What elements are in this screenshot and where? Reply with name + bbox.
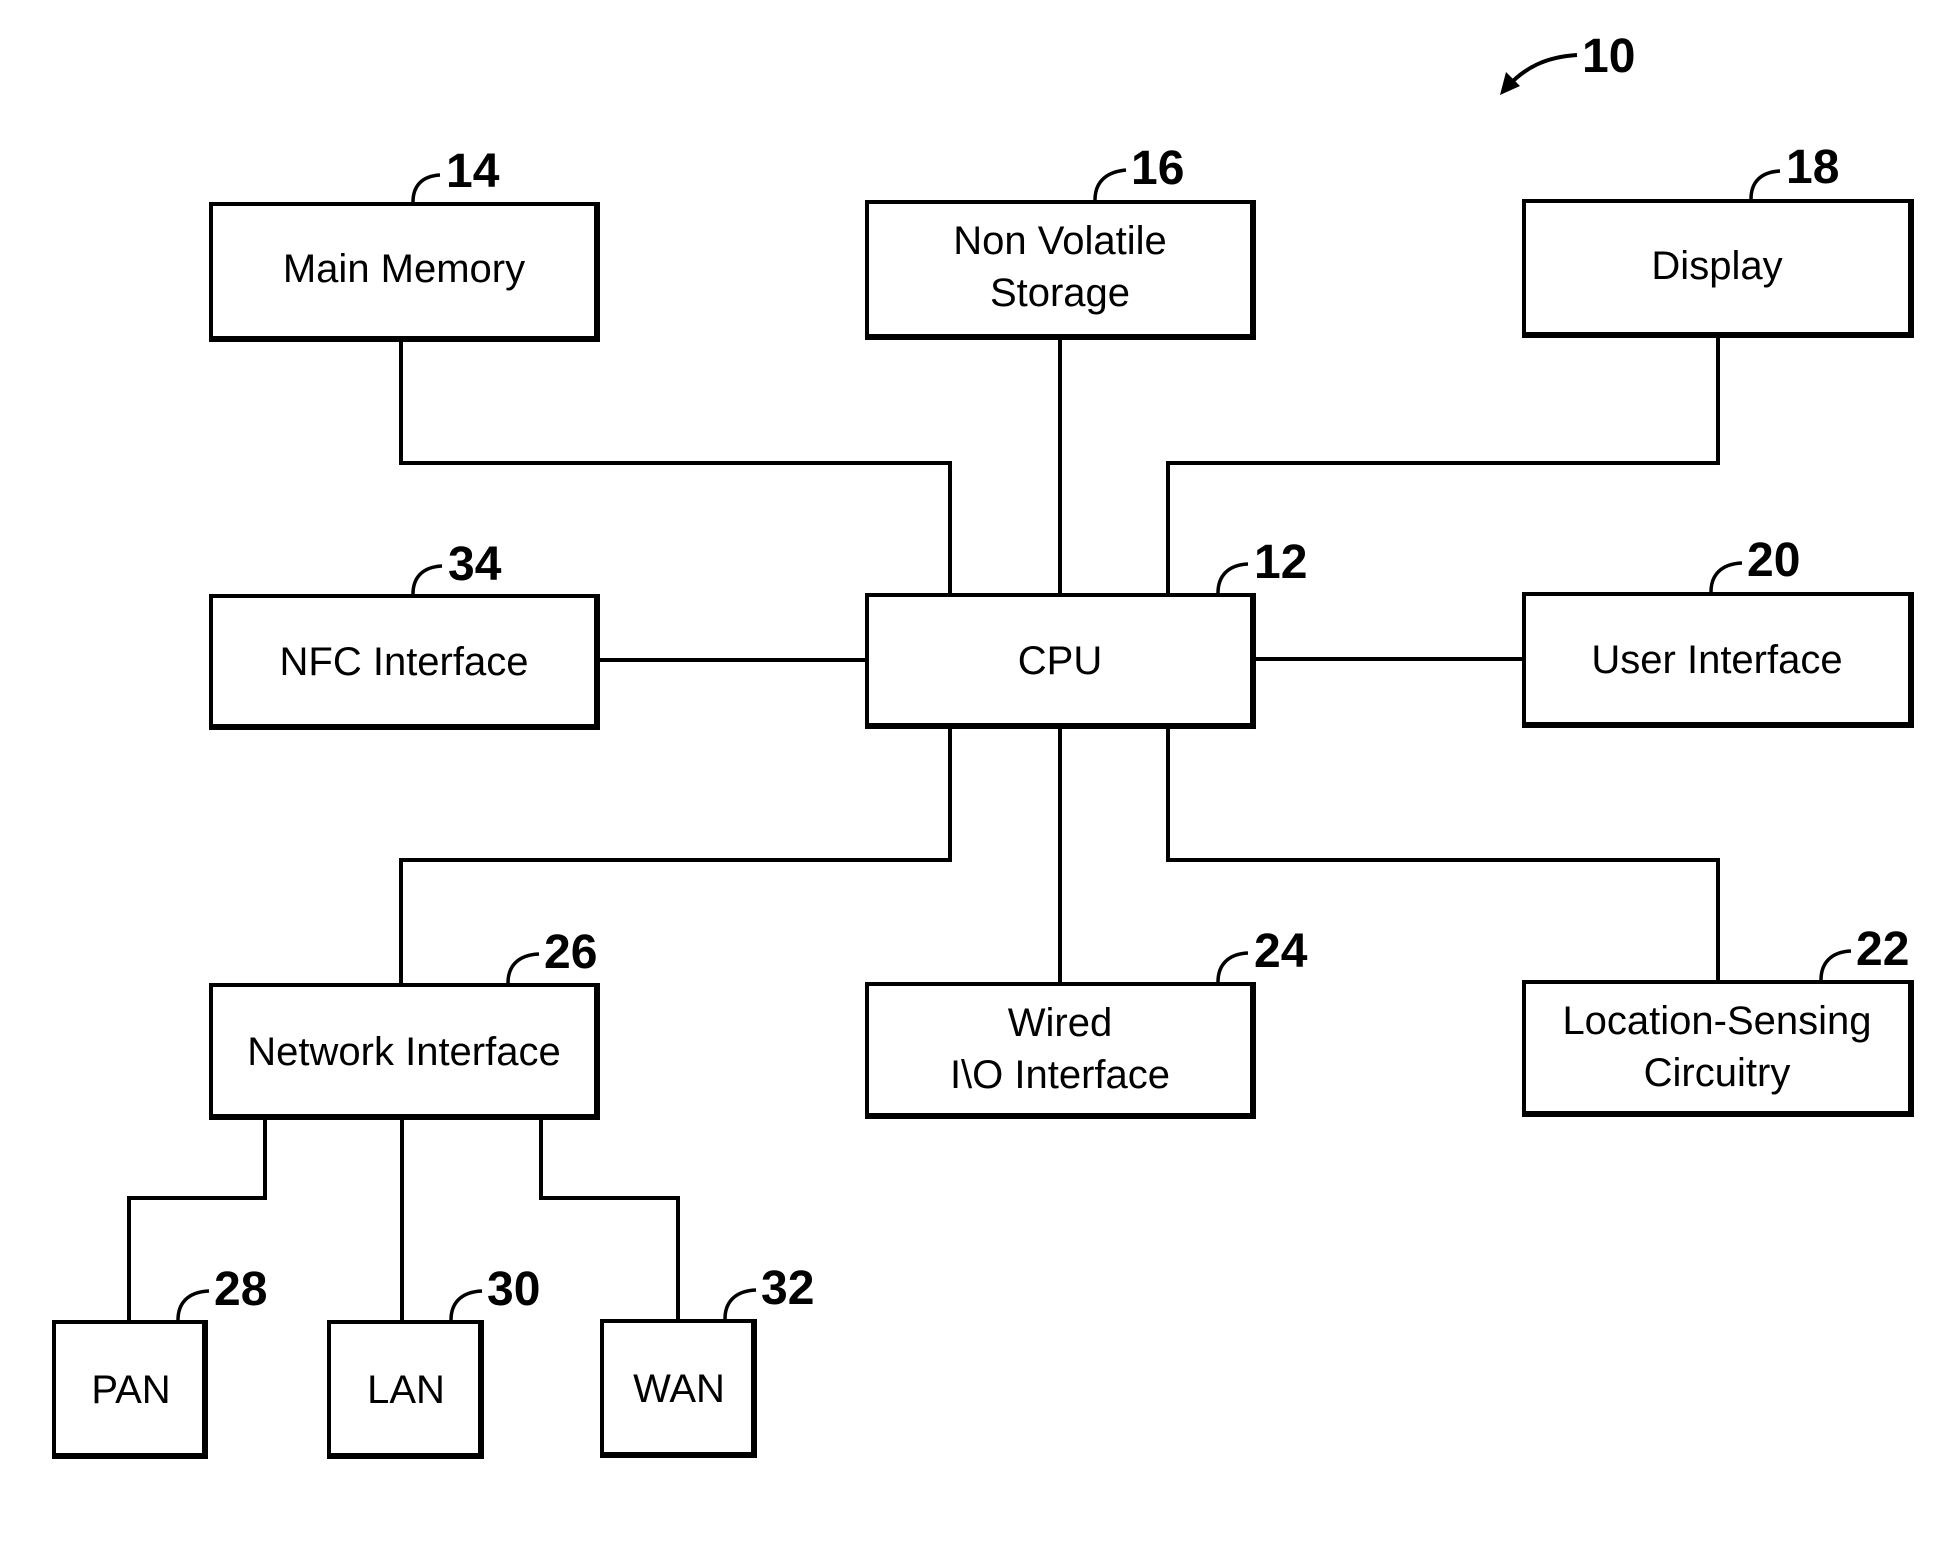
block-label: LAN bbox=[367, 1368, 445, 1412]
connections bbox=[127, 333, 1720, 1323]
reference-number: 16 bbox=[1131, 142, 1184, 195]
block-wired-io-interface[interactable]: Wired I\O Interface 24 bbox=[865, 925, 1308, 1119]
block-main-memory[interactable]: Main Memory 14 bbox=[209, 145, 600, 342]
block-label: User Interface bbox=[1591, 638, 1842, 682]
leader-line-icon bbox=[411, 564, 443, 595]
block-label: Network Interface bbox=[247, 1030, 560, 1074]
leader-line-icon bbox=[723, 1288, 757, 1320]
reference-number: 14 bbox=[446, 145, 500, 198]
system-block-diagram: 10 Main Memory 14 Non Volatile Storage 1… bbox=[52, 30, 1914, 1459]
reference-number: 28 bbox=[214, 1263, 267, 1316]
block-label-line-1: Wired bbox=[1008, 1001, 1112, 1045]
figure-arrow-icon bbox=[1506, 53, 1578, 88]
wire-cpu-display bbox=[1166, 333, 1720, 596]
block-cpu[interactable]: CPU 12 bbox=[865, 536, 1307, 729]
leader-line-icon bbox=[449, 1289, 483, 1321]
reference-number: 22 bbox=[1856, 923, 1909, 976]
block-wan[interactable]: WAN 32 bbox=[600, 1262, 814, 1458]
reference-number: 20 bbox=[1747, 534, 1800, 587]
block-label-line-1: Location-Sensing bbox=[1562, 999, 1871, 1043]
block-label: Display bbox=[1651, 244, 1782, 288]
block-nfc-interface[interactable]: NFC Interface 34 bbox=[209, 538, 600, 730]
wire-cpu-network-interface bbox=[399, 724, 952, 986]
leader-line-icon bbox=[506, 952, 540, 984]
leader-line-icon bbox=[411, 173, 441, 203]
reference-number: 12 bbox=[1254, 536, 1307, 589]
leader-line-icon bbox=[1819, 949, 1852, 981]
block-network-interface[interactable]: Network Interface 26 bbox=[209, 926, 600, 1120]
block-label-line-1: Non Volatile bbox=[953, 219, 1166, 263]
block-label: WAN bbox=[633, 1367, 725, 1411]
block-non-volatile-storage[interactable]: Non Volatile Storage 16 bbox=[865, 142, 1256, 340]
reference-number: 18 bbox=[1786, 141, 1839, 194]
block-display[interactable]: Display 18 bbox=[1522, 141, 1914, 338]
leader-line-icon bbox=[1216, 951, 1249, 983]
figure-reference: 10 bbox=[1500, 30, 1635, 95]
reference-number: 30 bbox=[487, 1263, 540, 1316]
wire-network-interface-wan bbox=[539, 1116, 680, 1322]
leader-line-icon bbox=[176, 1289, 210, 1321]
leader-line-icon bbox=[1749, 169, 1781, 200]
block-pan[interactable]: PAN 28 bbox=[52, 1263, 267, 1459]
reference-number: 32 bbox=[761, 1262, 814, 1315]
reference-number: 26 bbox=[544, 926, 597, 979]
block-label: PAN bbox=[91, 1368, 170, 1412]
block-lan[interactable]: LAN 30 bbox=[327, 1263, 540, 1459]
block-user-interface[interactable]: User Interface 20 bbox=[1522, 534, 1914, 728]
reference-number: 34 bbox=[448, 538, 502, 591]
block-label-line-2: Storage bbox=[990, 271, 1130, 315]
wire-cpu-location-sensing-circuitry bbox=[1166, 724, 1720, 983]
block-label-line-2: I\O Interface bbox=[950, 1053, 1170, 1097]
block-label: CPU bbox=[1018, 639, 1102, 683]
leader-line-icon bbox=[1709, 561, 1743, 593]
leader-line-icon bbox=[1093, 168, 1127, 201]
reference-number: 24 bbox=[1254, 925, 1308, 978]
block-label: Main Memory bbox=[283, 247, 525, 291]
block-label: NFC Interface bbox=[280, 640, 529, 684]
figure-reference-number: 10 bbox=[1582, 30, 1635, 83]
block-label-line-2: Circuitry bbox=[1644, 1051, 1791, 1095]
leader-line-icon bbox=[1216, 562, 1249, 594]
